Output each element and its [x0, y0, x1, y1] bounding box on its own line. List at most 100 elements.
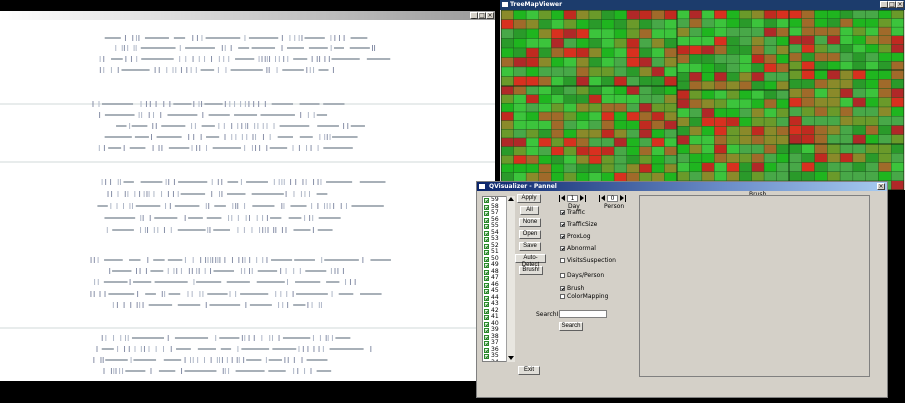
treemap-cell[interactable] [601, 47, 615, 58]
treemap-cell[interactable] [664, 155, 678, 165]
treemap-cell[interactable] [814, 79, 828, 89]
treemap-cell[interactable] [551, 19, 565, 30]
treemap-cell[interactable] [501, 47, 514, 58]
treemap-cell[interactable] [788, 44, 802, 54]
treemap-canvas[interactable] [501, 10, 904, 190]
treemap-cell[interactable] [525, 85, 539, 95]
treemap-cell[interactable] [601, 103, 615, 113]
treemap-cell[interactable] [801, 79, 815, 89]
treemap-cell[interactable] [763, 63, 777, 73]
treemap-cell[interactable] [788, 152, 802, 163]
treemap-cell[interactable] [776, 10, 790, 20]
treemap-cell[interactable] [664, 103, 678, 113]
treemap-cell[interactable] [676, 10, 690, 20]
treemap-cell[interactable] [639, 66, 653, 77]
treemap-cell[interactable] [664, 163, 678, 173]
treemap-cell[interactable] [664, 66, 678, 77]
treemap-cell[interactable] [751, 162, 765, 173]
treemap-cell[interactable] [639, 94, 653, 104]
treemap-cell[interactable] [839, 97, 854, 108]
treemap-cell[interactable] [639, 38, 653, 49]
treemap-cell[interactable] [763, 36, 777, 46]
treemap-cell[interactable] [513, 94, 527, 104]
treemap-cell[interactable] [576, 129, 590, 139]
treemap-cell[interactable] [839, 26, 854, 36]
treemap-cell[interactable] [651, 38, 665, 49]
treemap-cell[interactable] [513, 146, 527, 156]
treemap-cell[interactable] [878, 52, 892, 62]
option-checkbox[interactable] [560, 273, 565, 278]
day-checkbox[interactable] [484, 250, 489, 255]
treemap-cell[interactable] [639, 155, 653, 165]
treemap-cell[interactable] [814, 125, 828, 135]
timeline-canvas[interactable] [0, 20, 495, 381]
treemap-cell[interactable] [852, 106, 866, 117]
treemap-cell[interactable] [639, 129, 653, 139]
treemap-cell[interactable] [501, 57, 514, 68]
treemap-cell[interactable] [538, 19, 552, 30]
treemap-cell[interactable] [613, 76, 627, 87]
treemap-cell[interactable] [513, 85, 527, 95]
treemap-cell[interactable] [551, 103, 565, 113]
treemap-cell[interactable] [689, 171, 703, 182]
close-icon[interactable]: × [896, 1, 904, 8]
treemap-cell[interactable] [676, 54, 690, 64]
treemap-cell[interactable] [538, 94, 552, 104]
treemap-cell[interactable] [788, 10, 802, 19]
treemap-cell[interactable] [501, 94, 514, 104]
minimize-icon[interactable]: _ [470, 12, 478, 19]
treemap-cell[interactable] [563, 28, 577, 39]
treemap-cell[interactable] [801, 143, 815, 154]
timeline-row[interactable] [104, 134, 358, 140]
treemap-cell[interactable] [626, 76, 640, 87]
timeline-row[interactable] [90, 257, 391, 263]
brush-canvas[interactable] [639, 195, 870, 377]
treemap-cell[interactable] [689, 153, 703, 163]
treemap-cell[interactable] [626, 10, 640, 20]
treemap-cell[interactable] [852, 97, 866, 108]
treemap-cell[interactable] [613, 120, 627, 130]
treemap-cell[interactable] [588, 129, 602, 139]
treemap-cell[interactable] [788, 69, 802, 80]
treemap-cell[interactable] [751, 27, 765, 37]
treemap-cell[interactable] [751, 107, 765, 118]
treemap-cell[interactable] [763, 117, 777, 127]
treemap-cell[interactable] [563, 111, 577, 121]
treemap-cell[interactable] [878, 143, 892, 154]
treemap-cell[interactable] [814, 61, 828, 71]
treemap-cell[interactable] [689, 72, 703, 82]
treemap-cell[interactable] [878, 125, 892, 135]
treemap-cell[interactable] [839, 44, 854, 54]
treemap-cell[interactable] [626, 19, 640, 30]
treemap-cell[interactable] [801, 125, 815, 135]
treemap-cell[interactable] [891, 162, 904, 172]
treemap-cell[interactable] [689, 27, 703, 37]
treemap-cell[interactable] [726, 98, 740, 109]
treemap-cell[interactable] [676, 72, 690, 82]
treemap-cell[interactable] [827, 10, 841, 19]
close-icon[interactable]: × [877, 183, 885, 190]
treemap-cell[interactable] [701, 144, 715, 154]
treemap-cell[interactable] [891, 88, 904, 98]
treemap-cell[interactable] [538, 38, 552, 49]
treemap-cell[interactable] [739, 10, 752, 20]
treemap-cell[interactable] [827, 152, 841, 163]
treemap-cell[interactable] [852, 61, 866, 71]
treemap-cell[interactable] [865, 69, 879, 80]
treemap-cell[interactable] [714, 10, 727, 20]
treemap-cell[interactable] [865, 125, 879, 135]
treemap-cell[interactable] [689, 162, 703, 173]
treemap-cell[interactable] [865, 52, 879, 62]
day-input[interactable]: 1 [567, 195, 578, 202]
treemap-cell[interactable] [776, 153, 790, 163]
treemap-cell[interactable] [865, 106, 879, 117]
treemap-cell[interactable] [701, 98, 715, 109]
treemap-cell[interactable] [776, 144, 790, 154]
treemap-cell[interactable] [525, 28, 539, 39]
treemap-cell[interactable] [538, 155, 552, 165]
maximize-icon[interactable]: □ [888, 1, 896, 8]
treemap-cell[interactable] [639, 103, 653, 113]
treemap-cell[interactable] [827, 61, 841, 71]
treemap-cell[interactable] [801, 171, 815, 182]
treemap-cell[interactable] [563, 85, 577, 95]
